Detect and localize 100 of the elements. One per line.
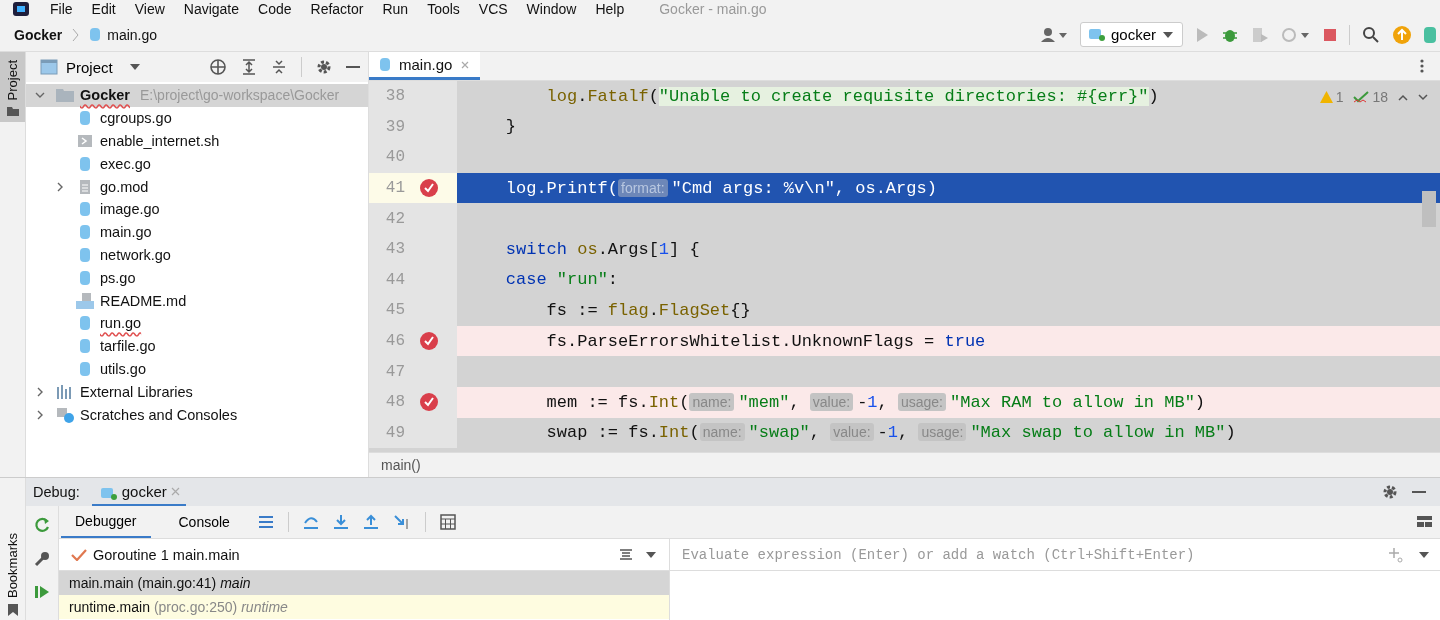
step-over-icon[interactable] (302, 514, 319, 530)
tree-item[interactable]: Gocker E:\project\go-workspace\Gocker (26, 84, 368, 107)
line-number: 40 (384, 148, 405, 167)
line-number: 41 (384, 179, 405, 198)
line-number: 49 (384, 423, 405, 442)
close-icon[interactable] (460, 59, 471, 70)
rerun-icon[interactable] (33, 516, 51, 534)
calculator-icon[interactable] (439, 514, 456, 530)
tree-item[interactable]: go.mod (26, 175, 368, 198)
stack-frame[interactable]: runtime.main (proc.go:250) runtime (59, 595, 669, 619)
up-icon[interactable] (1398, 93, 1408, 101)
go-file-icon (89, 27, 102, 42)
scrollbar-thumb[interactable] (1422, 191, 1436, 227)
caret-icon (128, 63, 141, 71)
profile-icon[interactable] (1281, 25, 1311, 44)
tree-item[interactable]: exec.go (26, 152, 368, 176)
menu-item[interactable]: Code (258, 2, 292, 16)
tree-item[interactable]: main.go (26, 220, 368, 244)
check-icon (1353, 91, 1370, 103)
menu-item[interactable]: Refactor (310, 2, 364, 16)
debug-label: Debug: (33, 484, 80, 500)
thread-selector[interactable]: Goroutine 1 main.main (71, 546, 240, 563)
editor-tab[interactable]: main.go (369, 52, 481, 80)
stack-frame[interactable]: main.main (main.go:41) main (59, 571, 669, 595)
dropdown-icon[interactable] (1418, 550, 1430, 559)
menu-item[interactable]: Edit (91, 2, 116, 16)
tree-item[interactable]: ps.go (26, 266, 368, 290)
code-line: fs.ParseErrorsWhitelist.UnknownFlags = true (545, 331, 986, 351)
menu-item[interactable]: Tools (427, 2, 460, 16)
tree-item[interactable]: network.go (26, 243, 368, 267)
resume-icon[interactable] (34, 584, 50, 600)
step-out-icon[interactable] (362, 514, 379, 530)
breakpoint-icon[interactable] (419, 392, 439, 413)
menu-item[interactable]: Help (595, 2, 625, 16)
locate-icon[interactable] (209, 58, 227, 76)
markdown-file-icon (76, 292, 94, 309)
down-icon[interactable] (1418, 93, 1428, 101)
menu-item[interactable]: Window (526, 2, 577, 16)
tree-item[interactable]: enable_internet.sh (26, 129, 368, 153)
minimize-icon[interactable] (1412, 490, 1426, 494)
folder-icon (56, 88, 74, 103)
tree-item[interactable]: tarfile.go (26, 334, 368, 358)
window-title: Gocker - main.go (659, 2, 767, 16)
check-icon (71, 548, 87, 561)
search-icon[interactable] (1362, 25, 1380, 44)
layout-icon[interactable] (1416, 514, 1434, 530)
code-line: log.Fatalf("Unable to create requisite directories: #{err}") (545, 86, 1159, 106)
step-into-icon[interactable] (332, 514, 349, 530)
run-to-cursor-icon[interactable] (392, 514, 411, 530)
tree-item[interactable]: utils.go (26, 357, 368, 381)
code-line: switch os.Args[1] { (504, 239, 700, 259)
project-view-dropdown[interactable]: Project (66, 58, 141, 76)
scratch-icon (56, 406, 74, 423)
tree-item[interactable]: cgroups.go (26, 106, 368, 130)
code-line: case "run": (504, 270, 619, 290)
filter-icon[interactable] (619, 547, 633, 562)
tree-item[interactable]: Scratches and Consoles (26, 403, 368, 426)
bookmarks-side-tab[interactable]: Bookmarks (0, 532, 25, 620)
code-line: log.Printf( format: "Cmd args: %v\n", os.Args) (504, 178, 937, 198)
user-icon[interactable] (1039, 26, 1068, 43)
tree-item[interactable]: run.go (26, 311, 368, 335)
wrench-icon[interactable] (33, 550, 51, 568)
dropdown-icon[interactable] (645, 550, 657, 559)
stop-icon[interactable] (1323, 27, 1337, 42)
debug-tab[interactable]: Console (164, 506, 244, 538)
line-number: 43 (384, 240, 405, 259)
frames-icon[interactable] (257, 515, 274, 529)
minimize-icon[interactable] (346, 65, 360, 69)
expand-all-icon[interactable] (241, 58, 257, 76)
code-breadcrumb[interactable]: main() (381, 457, 421, 473)
line-number: 46 (384, 332, 405, 351)
collapse-all-icon[interactable] (271, 58, 287, 76)
app-logo-icon (12, 2, 30, 16)
run-config-dropdown[interactable]: gocker (1079, 22, 1183, 47)
menu-item[interactable]: VCS (478, 2, 508, 16)
project-side-tab[interactable]: Project (0, 52, 25, 123)
breakpoint-icon[interactable] (419, 178, 439, 199)
warning-icon (1319, 91, 1333, 103)
breakpoint-icon[interactable] (419, 331, 439, 352)
more-icon[interactable] (1420, 59, 1424, 73)
chevron-icon (72, 27, 80, 42)
tree-item[interactable]: README.md (26, 289, 368, 312)
settings-icon[interactable] (316, 59, 332, 75)
caret-icon (1162, 30, 1174, 39)
menu-item[interactable]: Navigate (183, 2, 240, 16)
tree-item[interactable]: image.go (26, 198, 368, 221)
code-line: mem := fs.Int( name: "mem", value: -1, usage: "Max RAM to allow in MB") (545, 392, 1206, 412)
line-number: 44 (384, 270, 405, 289)
menu-item[interactable]: File (50, 2, 73, 16)
window-icon (40, 59, 58, 75)
line-number: 42 (384, 209, 405, 228)
tree-item[interactable]: External Libraries (26, 380, 368, 404)
line-number: 48 (384, 393, 405, 412)
breadcrumb[interactable]: main.go (107, 26, 158, 43)
menu-item[interactable]: Run (382, 2, 409, 16)
breadcrumb[interactable]: Gocker (14, 26, 63, 43)
settings-icon[interactable] (1382, 484, 1398, 500)
menu-item[interactable]: View (134, 2, 165, 16)
folder-icon (6, 106, 19, 117)
debug-session-tab[interactable]: gocker (91, 478, 186, 506)
